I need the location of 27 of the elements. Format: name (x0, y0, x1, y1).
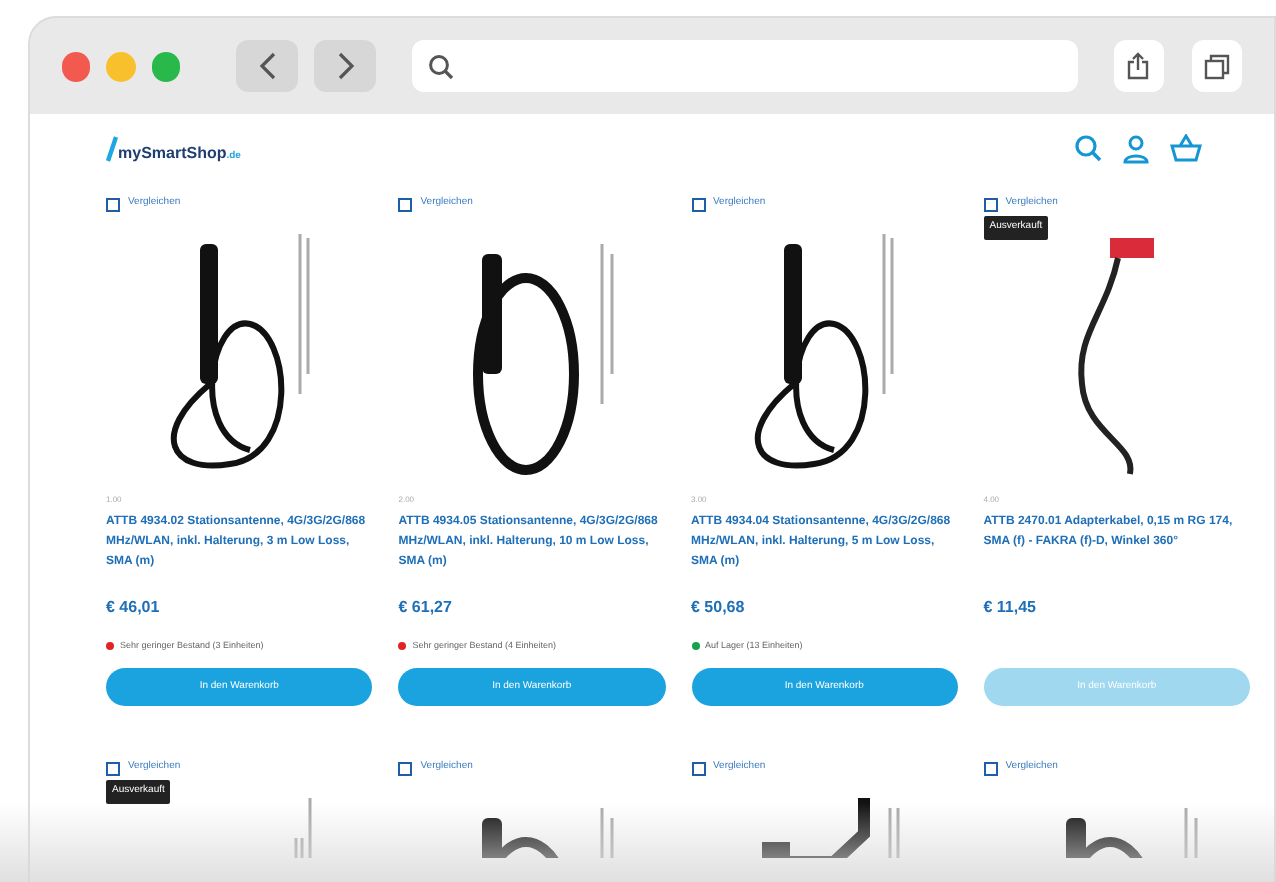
compare-checkbox[interactable] (983, 761, 998, 775)
basket-icon[interactable] (1170, 134, 1202, 162)
search-icon[interactable] (1074, 134, 1102, 162)
compare-checkbox[interactable] (983, 197, 998, 211)
compare-checkbox[interactable] (691, 761, 705, 775)
forward-button[interactable] (314, 40, 377, 92)
mounting-bracket-drawing (762, 792, 900, 858)
compare-checkbox[interactable] (398, 761, 413, 775)
antenna-mast-drawing (293, 796, 311, 858)
tabs-button[interactable] (1191, 40, 1243, 92)
user-icon[interactable] (1122, 133, 1150, 163)
product-price: € 50,68 (691, 596, 745, 620)
compare-checkbox[interactable] (398, 197, 413, 211)
search-icon (428, 53, 455, 79)
chevron-left-icon (257, 52, 278, 80)
compare-checkbox[interactable] (106, 761, 120, 775)
share-icon (1126, 52, 1151, 80)
back-button[interactable] (236, 40, 299, 92)
chevron-right-icon (335, 52, 356, 80)
tabs-icon (1204, 53, 1230, 79)
slash-logo-icon (106, 135, 118, 161)
product-price: € 46,01 (106, 596, 160, 620)
product-price: € 11,45 (983, 596, 1036, 620)
product-price: € 61,27 (398, 596, 452, 620)
share-button[interactable] (1113, 40, 1164, 92)
compare-checkbox[interactable] (691, 197, 705, 211)
compare-checkbox[interactable] (106, 197, 120, 211)
